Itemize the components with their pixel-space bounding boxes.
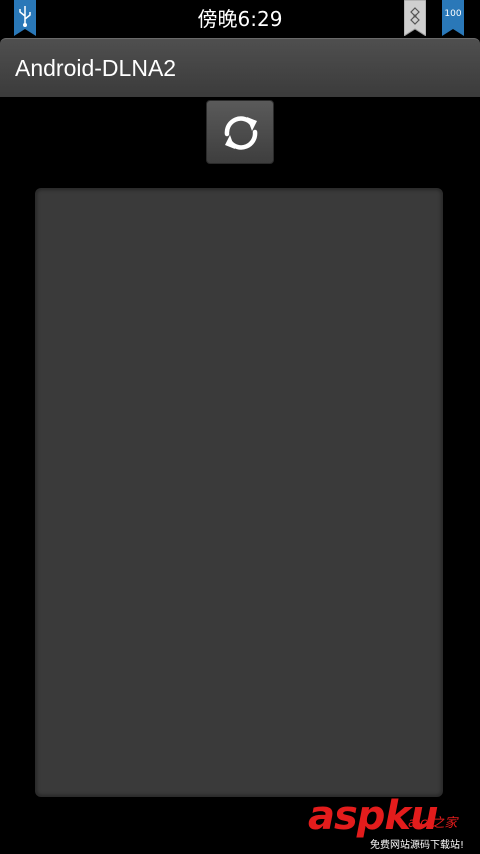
device-list[interactable] bbox=[35, 188, 443, 797]
refresh-button[interactable] bbox=[206, 100, 274, 164]
battery-icon: 100 bbox=[442, 0, 464, 36]
refresh-icon bbox=[224, 116, 258, 150]
watermark-sub: 免费网站源码下载站! bbox=[370, 840, 465, 851]
app-title: Android-DLNA2 bbox=[15, 55, 177, 81]
watermark-logo: aspku a.c.之家 免费网站源码下载站! bbox=[308, 792, 478, 852]
watermark-cn: a.c.之家 bbox=[408, 816, 458, 831]
battery-level: 100 bbox=[444, 9, 462, 19]
title-bar: Android-DLNA2 bbox=[0, 38, 480, 97]
debug-icon bbox=[404, 0, 426, 36]
status-bar: 傍晚6:29 100 bbox=[0, 0, 480, 38]
